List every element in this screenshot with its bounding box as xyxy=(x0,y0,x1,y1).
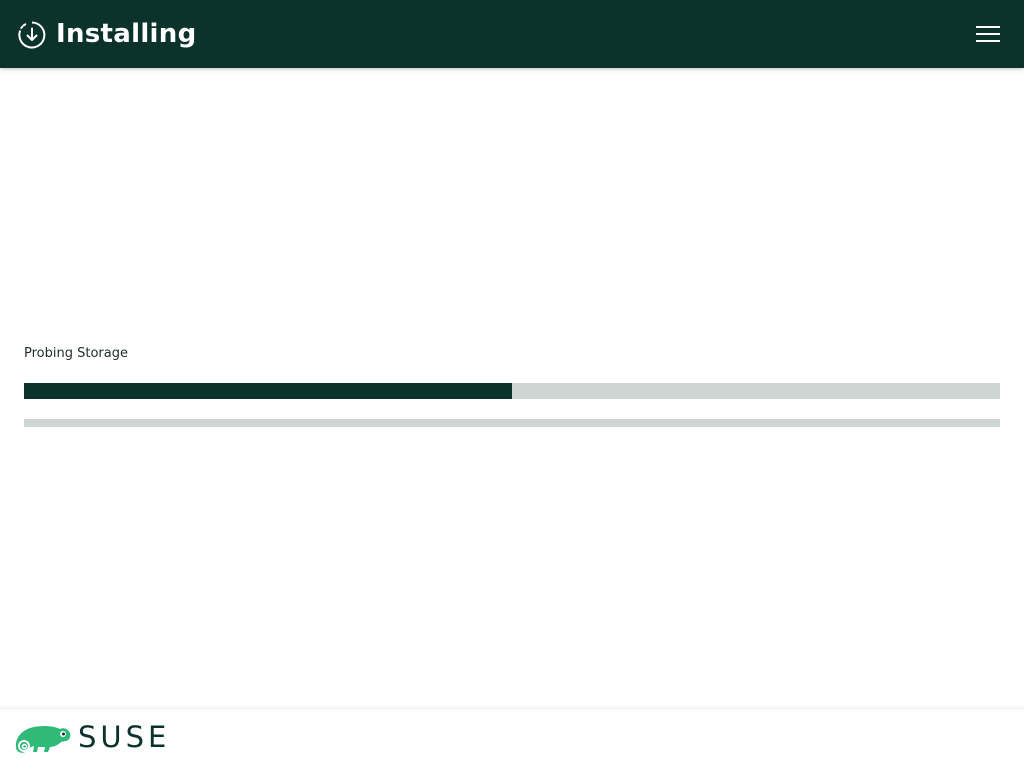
menu-line xyxy=(976,33,1000,35)
download-circle-icon xyxy=(18,21,46,49)
overall-progress-fill xyxy=(24,383,512,399)
installation-progress-area: Probing Storage xyxy=(0,68,1024,708)
hamburger-menu-icon[interactable] xyxy=(972,22,1004,46)
step-progress-bar xyxy=(24,419,1000,427)
menu-line xyxy=(976,40,1000,42)
overall-progress-bar xyxy=(24,383,1000,399)
app-header: Installing xyxy=(0,0,1024,68)
suse-chameleon-icon xyxy=(15,725,71,753)
menu-line xyxy=(976,26,1000,28)
progress-step-label: Probing Storage xyxy=(24,346,128,361)
app-footer: SUSE xyxy=(0,708,1024,769)
page-title: Installing xyxy=(56,19,197,49)
suse-logo-text: SUSE xyxy=(78,720,171,754)
